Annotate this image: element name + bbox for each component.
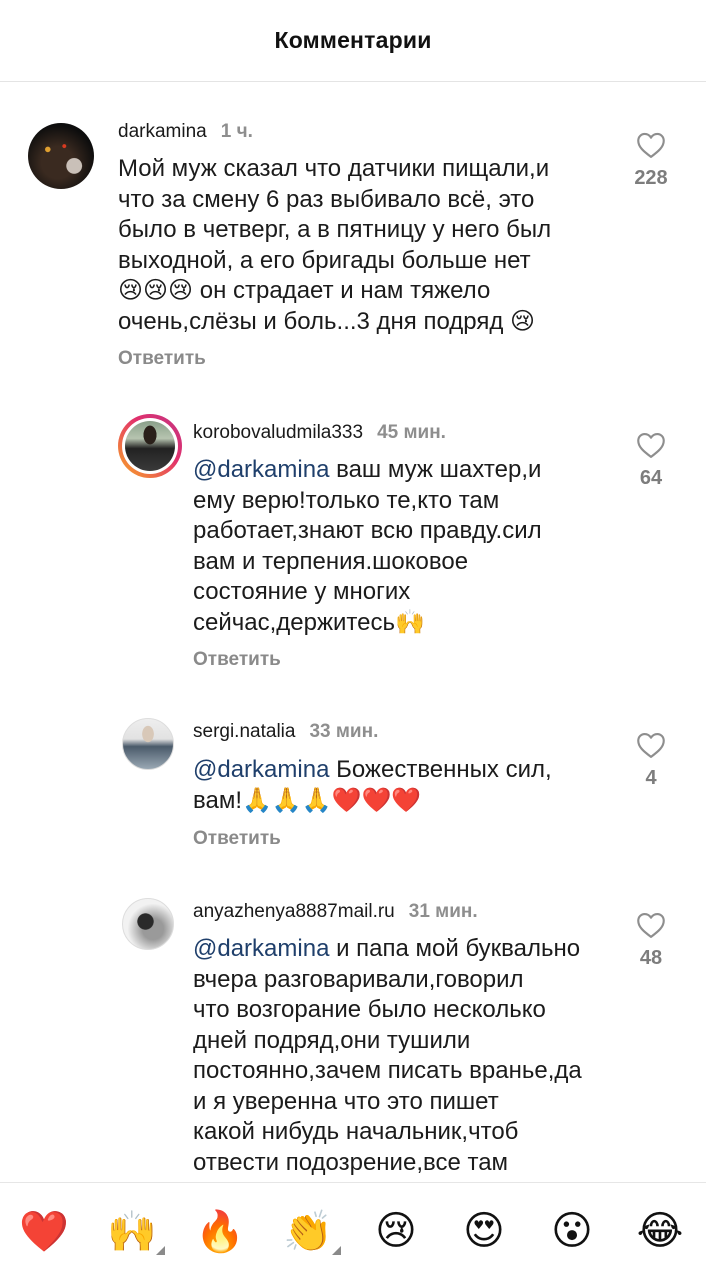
like-count: 64 <box>639 467 663 489</box>
header: Комментарии <box>0 0 706 82</box>
comments-screen: Комментарии darkamina 1 ч. Мой муж сказа… <box>0 0 706 1280</box>
quick-reaction-bar: ❤️ 🙌 🔥 👏 😢 😍 😮 😂 <box>0 1182 706 1280</box>
reply-button[interactable]: Ответить <box>118 348 206 370</box>
skin-tone-indicator-icon <box>156 1246 165 1255</box>
username[interactable]: korobovaludmila333 <box>193 422 363 444</box>
reaction-laughing-button[interactable]: 😂 <box>630 1201 690 1261</box>
reaction-clapping-button[interactable]: 👏 <box>278 1201 338 1261</box>
comment-body: и папа мой буквально вчера разговаривали… <box>193 935 582 1176</box>
like-button[interactable]: 228 <box>616 131 686 190</box>
comment-text: @darkamina ваш муж шахтер,и ему верю!тол… <box>193 455 613 638</box>
comment-meta: darkamina 1 ч. <box>118 121 253 143</box>
timestamp: 33 мин. <box>309 721 379 742</box>
like-button[interactable]: 64 <box>616 431 686 490</box>
reply-button[interactable]: Ответить <box>193 649 281 671</box>
page-title: Комментарии <box>274 27 432 53</box>
avatar[interactable] <box>122 718 174 770</box>
avatar <box>125 421 175 471</box>
heart-icon <box>637 132 665 158</box>
avatar[interactable] <box>28 123 94 189</box>
reaction-crying-button[interactable]: 😢 <box>366 1201 426 1261</box>
mention-link[interactable]: @darkamina <box>193 935 329 962</box>
like-count: 4 <box>645 767 657 789</box>
reaction-fire-button[interactable]: 🔥 <box>190 1201 250 1261</box>
timestamp: 31 мин. <box>408 901 478 922</box>
mention-link[interactable]: @darkamina <box>193 456 329 483</box>
username[interactable]: anyazhenya8887mail.ru <box>193 901 395 923</box>
heart-icon <box>637 432 665 458</box>
username[interactable]: sergi.natalia <box>193 721 295 743</box>
username[interactable]: darkamina <box>118 121 207 143</box>
comment-meta: korobovaludmila333 45 мин. <box>193 422 446 444</box>
like-button[interactable]: 4 <box>616 731 686 790</box>
like-count: 228 <box>634 167 668 189</box>
reaction-heart-eyes-button[interactable]: 😍 <box>454 1201 514 1261</box>
comment-meta: sergi.natalia 33 мин. <box>193 721 378 743</box>
like-button[interactable]: 48 <box>616 911 686 970</box>
heart-icon <box>637 732 665 758</box>
reaction-raised-hands-button[interactable]: 🙌 <box>102 1201 162 1261</box>
timestamp: 1 ч. <box>220 121 253 142</box>
comment-text: @darkamina и папа мой буквально вчера ра… <box>193 934 623 1178</box>
avatar[interactable] <box>122 898 174 950</box>
comment-text: @darkamina Божественных сил, вам!🙏🙏🙏❤️❤️… <box>193 755 613 816</box>
avatar-story-ring[interactable] <box>118 414 182 478</box>
comment-text: Мой муж сказал что датчики пищали,и что … <box>118 155 552 335</box>
comment-meta: anyazhenya8887mail.ru 31 мин. <box>193 901 478 923</box>
reaction-surprised-button[interactable]: 😮 <box>542 1201 602 1261</box>
reaction-heart-button[interactable]: ❤️ <box>14 1201 74 1261</box>
like-count: 48 <box>639 947 663 969</box>
heart-icon <box>637 912 665 938</box>
reply-button[interactable]: Ответить <box>193 828 281 850</box>
timestamp: 45 мин. <box>377 422 446 443</box>
mention-link[interactable]: @darkamina <box>193 756 329 783</box>
skin-tone-indicator-icon <box>332 1246 341 1255</box>
